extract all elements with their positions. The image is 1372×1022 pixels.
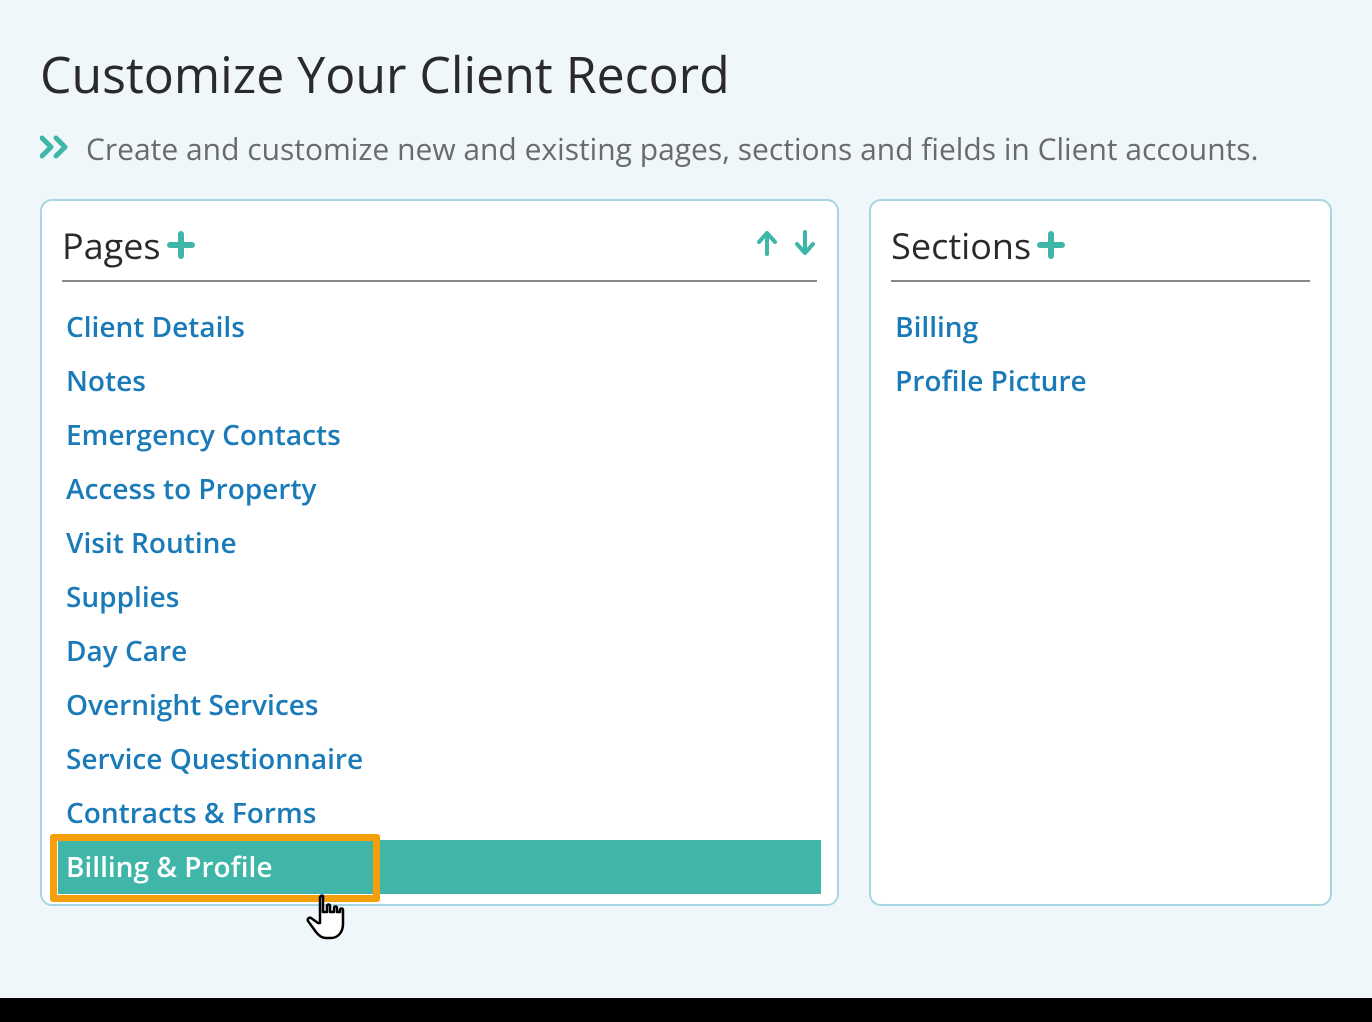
pages-list: Client DetailsNotesEmergency ContactsAcc… — [62, 300, 817, 894]
pages-panel-header: Pages — [62, 221, 817, 282]
page-item[interactable]: Billing & Profile — [58, 840, 821, 894]
subtitle-text: Create and customize new and existing pa… — [86, 128, 1258, 169]
page-item[interactable]: Visit Routine — [62, 516, 817, 570]
chevrons-right-icon — [40, 130, 74, 168]
section-item[interactable]: Profile Picture — [891, 354, 1310, 408]
subtitle-row: Create and customize new and existing pa… — [40, 128, 1332, 169]
move-down-icon[interactable] — [793, 225, 817, 266]
page-item[interactable]: Emergency Contacts — [62, 408, 817, 462]
pages-panel-title: Pages — [62, 221, 161, 270]
page-item[interactable]: Overnight Services — [62, 678, 817, 732]
sections-header-left: Sections — [891, 221, 1065, 270]
page-item[interactable]: Contracts & Forms — [62, 786, 817, 840]
pages-header-left: Pages — [62, 221, 195, 270]
cursor-pointer-icon — [302, 890, 350, 940]
page-item[interactable]: Access to Property — [62, 462, 817, 516]
add-page-icon[interactable] — [167, 228, 195, 264]
sections-panel: Sections BillingProfile Picture — [869, 199, 1332, 906]
page-item[interactable]: Day Care — [62, 624, 817, 678]
bottom-bar — [0, 998, 1372, 1022]
sections-panel-title: Sections — [891, 221, 1031, 270]
page-item[interactable]: Notes — [62, 354, 817, 408]
pages-panel: Pages Clien — [40, 199, 839, 906]
panels-row: Pages Clien — [40, 199, 1332, 906]
sections-list: BillingProfile Picture — [891, 300, 1310, 408]
section-item[interactable]: Billing — [891, 300, 1310, 354]
page-item[interactable]: Supplies — [62, 570, 817, 624]
page-title: Customize Your Client Record — [40, 40, 1332, 108]
reorder-arrows — [755, 225, 817, 266]
page-item[interactable]: Service Questionnaire — [62, 732, 817, 786]
move-up-icon[interactable] — [755, 225, 779, 266]
add-section-icon[interactable] — [1037, 228, 1065, 264]
page-item[interactable]: Client Details — [62, 300, 817, 354]
sections-panel-header: Sections — [891, 221, 1310, 282]
